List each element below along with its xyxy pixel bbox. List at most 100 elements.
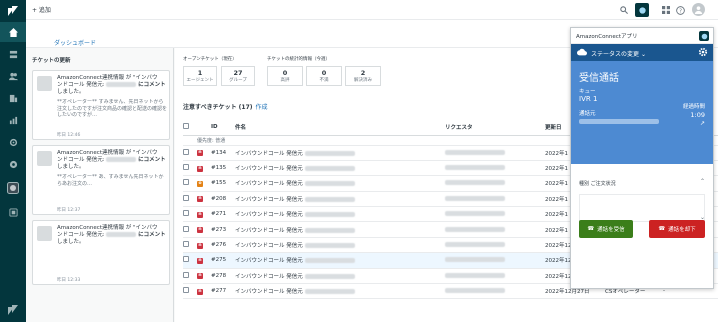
chevron-up-icon[interactable]: ⌃: [700, 178, 705, 185]
ticket-subject[interactable]: インバウンドコール 発信元: [235, 268, 445, 285]
reporting-icon[interactable]: [0, 110, 26, 130]
update-text: AmazonConnect連携情報 が "インバウ: [57, 150, 158, 156]
avatar: [37, 151, 52, 166]
status-badge: n: [197, 288, 203, 295]
ticket-subject[interactable]: インバウンドコール 発信元: [235, 252, 445, 269]
stat-good[interactable]: 0 高評: [267, 66, 303, 86]
select-all-checkbox[interactable]: [183, 122, 189, 129]
redacted-text: [304, 243, 355, 249]
row-checkbox[interactable]: [183, 194, 189, 201]
apps-icon[interactable]: [0, 154, 26, 174]
left-nav: [0, 0, 26, 322]
ticket-subject[interactable]: インバウンドコール 発信元: [235, 206, 445, 223]
avatar: [37, 76, 52, 91]
svg-text:?: ?: [679, 8, 682, 14]
redacted-text: [304, 273, 355, 279]
ticket-requester[interactable]: [445, 160, 545, 177]
customers-icon[interactable]: [0, 66, 26, 86]
redacted-text: [445, 195, 505, 201]
ticket-subject[interactable]: インバウンドコール 発信元: [235, 145, 445, 161]
ticket-subject[interactable]: インバウンドコール 発信元: [235, 175, 445, 192]
row-checkbox[interactable]: [183, 164, 189, 171]
row-checkbox[interactable]: [183, 148, 189, 155]
ticket-requester[interactable]: [445, 206, 545, 223]
redacted-text: [304, 150, 355, 156]
organizations-icon[interactable]: [0, 88, 26, 108]
update-card[interactable]: AmazonConnect連携情報 が "インバウ ンドコール 発信元: にコメン…: [32, 145, 170, 215]
elapsed-value: 1:09: [690, 111, 705, 119]
product-tray-icon[interactable]: [660, 4, 672, 16]
update-card[interactable]: AmazonConnect連携情報 が "インバウ ンドコール 発信元: にコメン…: [32, 220, 170, 285]
stat-bad[interactable]: 0 不満: [306, 66, 342, 86]
queue-value: IVR 1: [579, 95, 598, 103]
accept-call-button[interactable]: ☎ 通話を受信: [579, 220, 633, 238]
external-link-icon[interactable]: ↗: [700, 120, 705, 127]
redacted-text: [106, 232, 137, 237]
attribute-field-label: 種別 ご注文状況: [579, 181, 616, 187]
redacted-text: [106, 157, 137, 162]
update-text: AmazonConnect連携情報 が "インバウ: [57, 75, 158, 81]
number-label: 通話元: [579, 111, 596, 117]
col-subject[interactable]: 件名: [235, 119, 445, 136]
ticket-requester[interactable]: [445, 252, 545, 269]
redacted-text: [445, 211, 505, 217]
admin-gear-icon[interactable]: [0, 132, 26, 152]
ticket-requester[interactable]: [445, 268, 545, 285]
reject-call-button[interactable]: ☎ 通話を却下: [649, 220, 705, 238]
update-text: しました。: [57, 164, 85, 170]
connect-toolbar-icon[interactable]: [635, 3, 649, 17]
update-card[interactable]: AmazonConnect連携情報 が "インバウ ンドコール 発信元: にコメン…: [32, 70, 170, 140]
update-text: ンドコール 発信元:: [57, 232, 105, 238]
zendesk-logo-icon[interactable]: [0, 0, 26, 22]
ticket-subject[interactable]: インバウンドコール 発信元: [235, 283, 445, 300]
settings-gear-icon[interactable]: [698, 47, 708, 59]
col-id[interactable]: ID: [211, 119, 235, 136]
user-avatar[interactable]: [692, 3, 705, 16]
connect-app-icon[interactable]: [0, 178, 26, 198]
connect-app-header: AmazonConnectアプリ: [571, 28, 713, 44]
home-icon[interactable]: [0, 22, 26, 42]
ticket-requester[interactable]: [445, 283, 545, 300]
ticket-requester[interactable]: [445, 191, 545, 208]
status-badge: n: [197, 273, 203, 280]
row-checkbox[interactable]: [183, 241, 189, 248]
update-action: にコメント: [138, 82, 166, 88]
row-checkbox[interactable]: [183, 287, 189, 294]
ticket-id: #134: [211, 145, 235, 161]
status-badge: n: [197, 165, 203, 172]
search-icon[interactable]: [618, 4, 630, 16]
ticket-subject[interactable]: インバウンドコール 発信元: [235, 160, 445, 177]
redacted-text: [445, 165, 505, 171]
ticket-requester[interactable]: [445, 237, 545, 254]
views-icon[interactable]: [0, 44, 26, 64]
row-checkbox[interactable]: [183, 271, 189, 278]
status-change-dropdown[interactable]: ステータスの変更 ⌄: [591, 49, 646, 58]
redacted-text: [304, 181, 355, 187]
zendesk-bottom-logo-icon: [0, 300, 26, 320]
view-link[interactable]: 作成: [256, 104, 268, 111]
ticket-requester[interactable]: [445, 175, 545, 192]
attribute-textarea[interactable]: [579, 194, 705, 222]
ticket-requester[interactable]: [445, 145, 545, 161]
row-checkbox[interactable]: [183, 225, 189, 232]
extension-icon[interactable]: [0, 202, 26, 222]
row-checkbox[interactable]: [183, 210, 189, 217]
help-icon[interactable]: ?: [674, 4, 686, 16]
status-badge: n: [197, 150, 203, 157]
ticket-subject[interactable]: インバウンドコール 発信元: [235, 221, 445, 238]
status-badge: n: [197, 196, 203, 203]
ticket-subject[interactable]: インバウンドコール 発信元: [235, 237, 445, 254]
row-checkbox[interactable]: [183, 179, 189, 186]
col-requester[interactable]: リクエスタ: [445, 119, 545, 136]
add-button[interactable]: + 追加: [32, 5, 51, 14]
stat-solved[interactable]: 2 解決済み: [345, 66, 381, 86]
ticket-requester[interactable]: [445, 221, 545, 238]
update-body: [57, 249, 167, 275]
ticket-subject[interactable]: インバウンドコール 発信元: [235, 191, 445, 208]
ticket-id: #275: [211, 252, 235, 269]
stat-group[interactable]: 27 グループ: [221, 66, 255, 86]
redacted-text: [445, 257, 505, 263]
redacted-text: [304, 289, 355, 295]
stat-agent[interactable]: 1 エージェント: [183, 66, 217, 86]
row-checkbox[interactable]: [183, 256, 189, 263]
